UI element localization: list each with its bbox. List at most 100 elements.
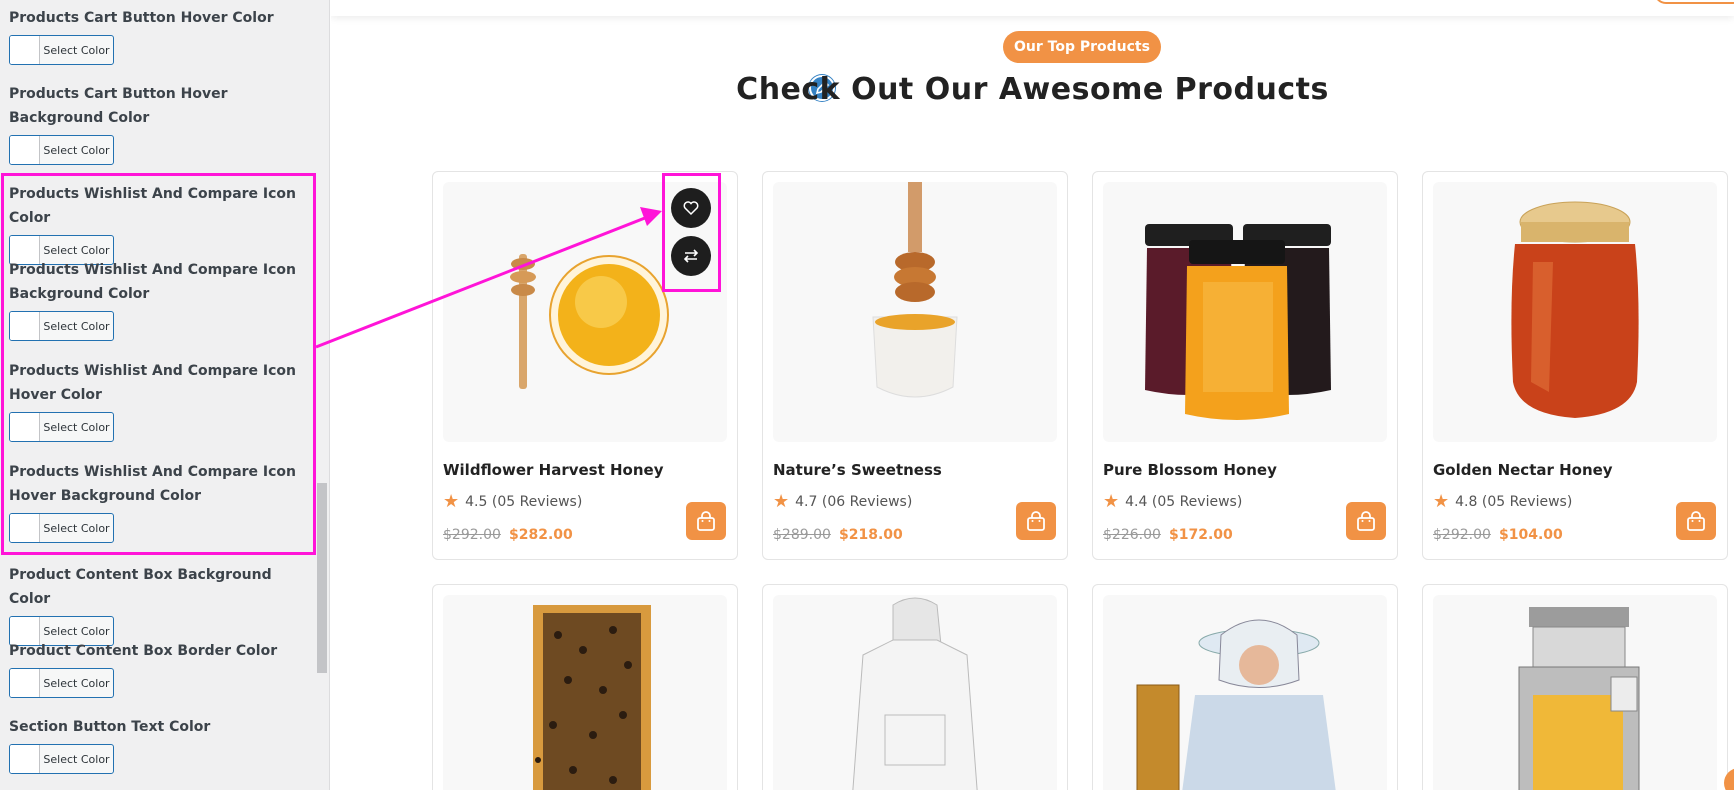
setting-label: Product Content Box Border Color — [9, 643, 278, 659]
select-color-button[interactable]: Select Color — [9, 311, 114, 341]
site-preview: Our Top Products Check Out Our Awesome P… — [331, 0, 1734, 790]
sale-price: $172.00 — [1169, 527, 1233, 543]
setting-label: Products Wishlist And Compare Icon Hover… — [9, 363, 297, 403]
setting-cart-hover-bg-color: Products Cart Button Hover Background Co… — [9, 82, 309, 165]
setting-wishlist-icon-hover-color: Products Wishlist And Compare Icon Hover… — [9, 359, 309, 442]
sidebar-scrollbar-thumb[interactable] — [317, 483, 327, 673]
select-color-button[interactable]: Select Color — [9, 668, 114, 698]
product-card[interactable]: Golden Nectar Honey ★ 4.8 (05 Reviews) $… — [1422, 171, 1728, 560]
old-price: $289.00 — [773, 527, 831, 543]
old-price: $292.00 — [1433, 527, 1491, 543]
shopping-bag-icon — [1687, 511, 1705, 531]
setting-label: Products Wishlist And Compare Icon Hover… — [9, 464, 297, 504]
add-to-cart-button[interactable] — [1676, 502, 1716, 540]
color-swatch — [10, 136, 40, 164]
rating-text: 4.4 (05 Reviews) — [1125, 494, 1243, 510]
color-swatch — [10, 413, 40, 441]
setting-label: Products Cart Button Hover Color — [9, 10, 274, 26]
product-title[interactable]: Nature’s Sweetness — [773, 461, 942, 479]
select-color-button[interactable]: Select Color — [9, 744, 114, 774]
select-color-label: Select Color — [43, 243, 110, 257]
add-to-cart-button[interactable] — [686, 502, 726, 540]
rating-text: 4.8 (05 Reviews) — [1455, 494, 1573, 510]
setting-wishlist-icon-hover-bg-color: Products Wishlist And Compare Icon Hover… — [9, 460, 309, 543]
select-color-label: Select Color — [43, 521, 110, 535]
product-image-honey-pot-dipper[interactable] — [773, 182, 1057, 442]
star-icon: ★ — [1433, 491, 1450, 512]
product-image-three-jars[interactable] — [1103, 182, 1387, 442]
setting-label: Section Button Text Color — [9, 719, 211, 735]
jam-jar-illustration — [1511, 201, 1639, 418]
section-title: Check Out Our Awesome Products — [736, 72, 1329, 107]
select-color-label: Select Color — [43, 752, 110, 766]
sale-price: $282.00 — [509, 527, 573, 543]
select-color-label: Select Color — [43, 43, 110, 57]
product-image-beekeeper-suit[interactable] — [773, 595, 1057, 790]
setting-label: Product Content Box Background Color — [9, 567, 272, 607]
product-title[interactable]: Golden Nectar Honey — [1433, 461, 1613, 479]
select-color-label: Select Color — [43, 143, 110, 157]
select-color-button[interactable]: Select Color — [9, 35, 114, 65]
color-swatch — [10, 514, 40, 542]
product-image-jam-jar[interactable] — [1433, 182, 1717, 442]
sale-price: $104.00 — [1499, 527, 1563, 543]
setting-section-button-text-color: Section Button Text Color Select Color — [9, 715, 309, 774]
product-title[interactable]: Pure Blossom Honey — [1103, 461, 1277, 479]
add-to-cart-button[interactable] — [1016, 502, 1056, 540]
old-price: $226.00 — [1103, 527, 1161, 543]
compare-button[interactable] — [671, 236, 711, 276]
setting-label: Products Wishlist And Compare Icon Backg… — [9, 262, 297, 302]
rating-text: 4.5 (05 Reviews) — [465, 494, 583, 510]
select-color-button[interactable]: Select Color — [9, 412, 114, 442]
three-jars-illustration — [1145, 224, 1331, 420]
product-image-honeycomb-frame-bees[interactable] — [443, 595, 727, 790]
wishlist-button[interactable] — [671, 188, 711, 228]
product-card[interactable]: Wildflower Harvest Honey ★ 4.5 (05 Revie… — [432, 171, 738, 560]
product-card[interactable] — [432, 584, 738, 790]
color-swatch — [10, 745, 40, 773]
sale-price: $218.00 — [839, 527, 903, 543]
add-to-cart-button[interactable] — [1346, 502, 1386, 540]
shopping-bag-icon — [1357, 511, 1375, 531]
product-card[interactable] — [1092, 584, 1398, 790]
shopping-bag-icon — [1027, 511, 1045, 531]
star-icon: ★ — [773, 491, 790, 512]
select-color-button[interactable]: Select Color — [9, 513, 114, 543]
arrows-swap-icon — [683, 249, 699, 263]
setting-content-box-border-color: Product Content Box Border Color Select … — [9, 639, 309, 698]
color-swatch — [10, 36, 40, 64]
setting-content-box-bg-color: Product Content Box Background Color Sel… — [9, 563, 309, 646]
product-rating: ★ 4.4 (05 Reviews) — [1103, 491, 1243, 512]
star-icon: ★ — [1103, 491, 1120, 512]
color-swatch — [10, 669, 40, 697]
product-title[interactable]: Wildflower Harvest Honey — [443, 461, 663, 479]
product-card[interactable]: Nature’s Sweetness ★ 4.7 (06 Reviews) $2… — [762, 171, 1068, 560]
select-color-label: Select Color — [43, 420, 110, 434]
select-color-label: Select Color — [43, 624, 110, 638]
product-image-beekeeper-holding-frame[interactable] — [1103, 595, 1387, 790]
product-image-honey-extractor-machine[interactable] — [1433, 595, 1717, 790]
product-rating: ★ 4.5 (05 Reviews) — [443, 491, 583, 512]
honeycomb-frame-illustration — [533, 605, 651, 790]
heart-icon — [683, 201, 699, 216]
header-button[interactable] — [1654, 0, 1734, 4]
honey-pot-dipper-illustration — [872, 182, 958, 398]
beekeeper-suit-illustration — [852, 597, 978, 790]
section-badge: Our Top Products — [1003, 31, 1161, 63]
shopping-bag-icon — [697, 511, 715, 531]
star-icon: ★ — [443, 491, 460, 512]
rating-text: 4.7 (06 Reviews) — [795, 494, 913, 510]
customizer-sidebar: Products Cart Button Hover Color Select … — [0, 0, 330, 790]
product-card[interactable] — [1422, 584, 1728, 790]
product-card[interactable]: Pure Blossom Honey ★ 4.4 (05 Reviews) $2… — [1092, 171, 1398, 560]
color-swatch — [10, 312, 40, 340]
setting-cart-hover-color: Products Cart Button Hover Color Select … — [9, 6, 309, 65]
setting-wishlist-icon-color: Products Wishlist And Compare Icon Color… — [9, 182, 309, 265]
product-rating: ★ 4.7 (06 Reviews) — [773, 491, 913, 512]
setting-wishlist-icon-bg-color: Products Wishlist And Compare Icon Backg… — [9, 258, 309, 341]
select-color-button[interactable]: Select Color — [9, 135, 114, 165]
setting-label: Products Cart Button Hover Background Co… — [9, 86, 228, 126]
product-card[interactable] — [762, 584, 1068, 790]
select-color-label: Select Color — [43, 676, 110, 690]
product-rating: ★ 4.8 (05 Reviews) — [1433, 491, 1573, 512]
